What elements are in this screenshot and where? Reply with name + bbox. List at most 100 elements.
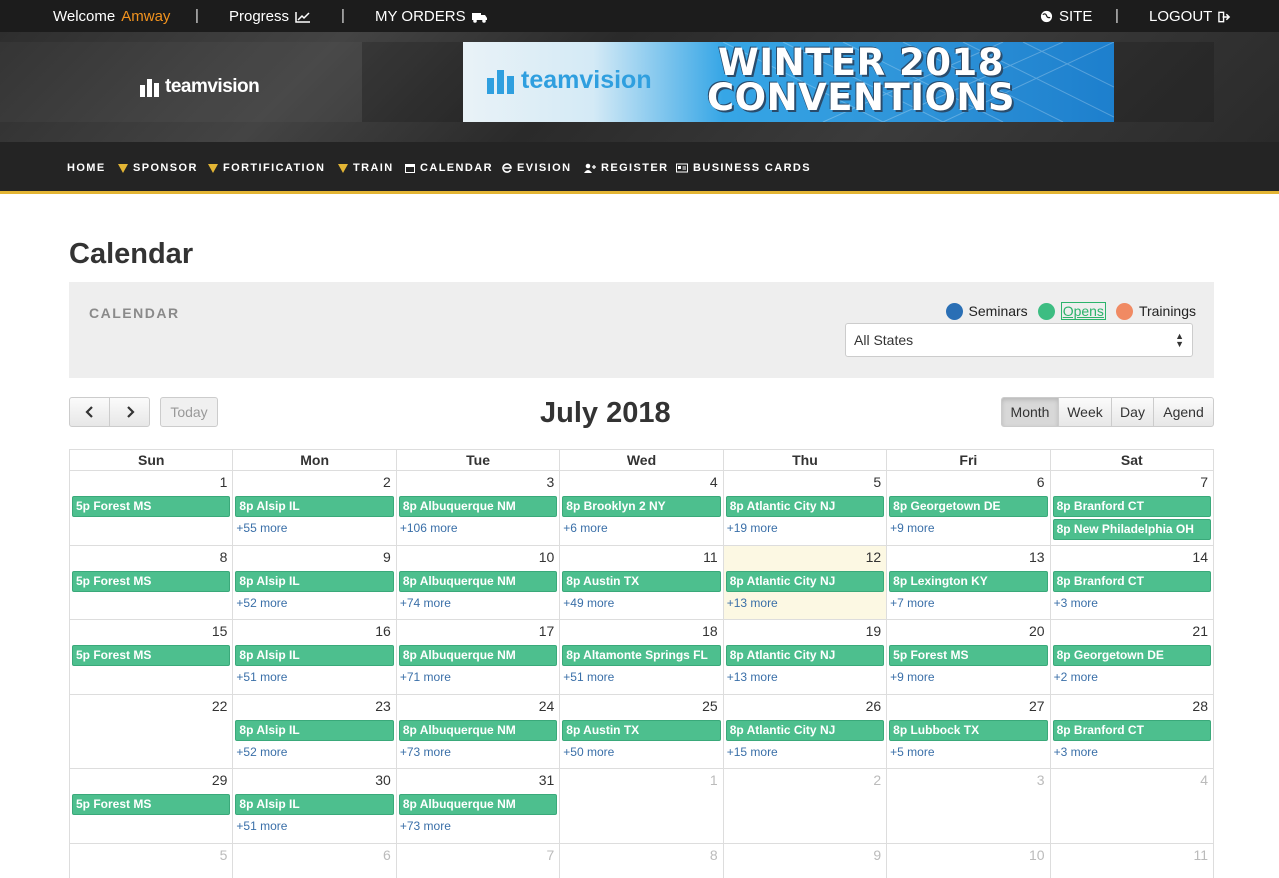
calendar-day-cell[interactable]: 27 8p Lubbock TX +5 more xyxy=(887,694,1051,769)
calendar-day-cell[interactable]: 1 xyxy=(560,769,724,844)
calendar-day-cell[interactable]: 3 8p Albuquerque NM +106 more xyxy=(396,471,561,546)
calendar-day-cell[interactable]: 20 5p Forest MS +9 more xyxy=(887,620,1051,695)
site-logo[interactable]: teamvision xyxy=(140,76,260,98)
calendar-event[interactable]: 8p Albuquerque NM xyxy=(398,496,558,517)
calendar-day-cell[interactable]: 8 xyxy=(560,843,724,878)
more-events-link[interactable]: +3 more xyxy=(1054,596,1098,610)
calendar-day-cell[interactable]: 10 8p Albuquerque NM +74 more xyxy=(396,545,561,620)
day-number[interactable]: 20 xyxy=(1029,623,1045,639)
calendar-event[interactable]: 8p Atlantic City NJ xyxy=(725,645,885,666)
day-number[interactable]: 5 xyxy=(873,474,881,490)
calendar-event[interactable]: 8p Lexington KY xyxy=(889,570,1048,592)
day-view-button[interactable]: Day xyxy=(1111,397,1154,427)
progress-link[interactable]: Progress xyxy=(229,8,311,25)
day-number[interactable]: 17 xyxy=(539,623,555,639)
nav-home[interactable]: HOME xyxy=(67,162,106,174)
calendar-day-cell[interactable]: 7 xyxy=(397,843,561,878)
day-number[interactable]: 23 xyxy=(375,698,391,714)
legend-seminars[interactable]: Seminars xyxy=(945,302,1028,320)
calendar-event[interactable]: 5p Forest MS xyxy=(889,645,1048,666)
calendar-event[interactable]: 8p Atlantic City NJ xyxy=(725,719,885,741)
calendar-day-cell[interactable]: 10 xyxy=(887,843,1051,878)
more-events-link[interactable]: +9 more xyxy=(890,521,934,535)
more-events-link[interactable]: +74 more xyxy=(400,596,451,610)
calendar-day-cell[interactable]: 24 8p Albuquerque NM +73 more xyxy=(396,694,561,769)
day-number[interactable]: 5 xyxy=(220,847,228,863)
calendar-day-cell[interactable]: 25 8p Austin TX +50 more xyxy=(560,694,724,769)
calendar-event[interactable]: 8p Alsip IL xyxy=(235,719,394,741)
more-events-link[interactable]: +15 more xyxy=(727,745,778,759)
calendar-event[interactable]: 5p Forest MS xyxy=(72,645,231,666)
day-number[interactable]: 10 xyxy=(539,549,555,565)
calendar-day-cell[interactable]: 11 xyxy=(1051,843,1214,878)
day-number[interactable]: 1 xyxy=(220,474,228,490)
calendar-event[interactable]: 8p Brooklyn 2 NY xyxy=(562,496,721,517)
calendar-event[interactable]: 8p Lubbock TX xyxy=(889,719,1048,741)
day-number[interactable]: 2 xyxy=(873,772,881,788)
calendar-event[interactable]: 8p Alsip IL xyxy=(235,645,394,666)
calendar-day-cell[interactable]: 7 8p Branford CT 8p New Philadelphia OH xyxy=(1050,471,1214,546)
calendar-day-cell[interactable]: 12 8p Atlantic City NJ +13 more xyxy=(723,545,888,620)
more-events-link[interactable]: +13 more xyxy=(727,670,778,684)
day-number[interactable]: 26 xyxy=(866,698,882,714)
my-orders-link[interactable]: MY ORDERS xyxy=(375,8,488,25)
week-view-button[interactable]: Week xyxy=(1058,397,1112,427)
legend-trainings[interactable]: Trainings xyxy=(1115,302,1196,320)
day-number[interactable]: 18 xyxy=(702,623,718,639)
day-number[interactable]: 4 xyxy=(1200,772,1208,788)
nav-register[interactable]: REGISTER xyxy=(584,162,668,174)
more-events-link[interactable]: +50 more xyxy=(563,745,614,759)
day-number[interactable]: 6 xyxy=(383,847,391,863)
more-events-link[interactable]: +6 more xyxy=(563,521,607,535)
day-number[interactable]: 31 xyxy=(539,772,555,788)
more-events-link[interactable]: +13 more xyxy=(727,596,778,610)
day-number[interactable]: 12 xyxy=(866,549,882,565)
day-number[interactable]: 25 xyxy=(702,698,718,714)
calendar-event[interactable]: 8p Atlantic City NJ xyxy=(725,496,885,517)
day-number[interactable]: 4 xyxy=(710,474,718,490)
calendar-event[interactable]: 8p Austin TX xyxy=(562,719,721,741)
site-link[interactable]: SITE xyxy=(1040,8,1092,25)
calendar-event[interactable]: 8p Alsip IL xyxy=(235,570,394,592)
calendar-day-cell[interactable]: 21 8p Georgetown DE +2 more xyxy=(1050,620,1214,695)
calendar-day-cell[interactable]: 5 8p Atlantic City NJ +19 more xyxy=(723,471,888,546)
day-number[interactable]: 3 xyxy=(1037,772,1045,788)
day-number[interactable]: 3 xyxy=(546,474,554,490)
calendar-event[interactable]: 5p Forest MS xyxy=(72,570,231,592)
calendar-event[interactable]: 8p Alsip IL xyxy=(235,496,394,517)
calendar-event[interactable]: 8p Branford CT xyxy=(1052,719,1211,741)
calendar-day-cell[interactable]: 14 8p Branford CT +3 more xyxy=(1050,545,1214,620)
nav-business-cards[interactable]: BUSINESS CARDS xyxy=(676,162,811,174)
calendar-day-cell[interactable]: 2 8p Alsip IL +55 more xyxy=(233,471,397,546)
day-number[interactable]: 27 xyxy=(1029,698,1045,714)
day-number[interactable]: 11 xyxy=(703,549,718,565)
calendar-event[interactable]: 5p Forest MS xyxy=(72,794,231,815)
calendar-day-cell[interactable]: 29 5p Forest MS xyxy=(70,769,234,844)
more-events-link[interactable]: +73 more xyxy=(400,745,451,759)
legend-opens[interactable]: Opens xyxy=(1037,302,1106,320)
calendar-event[interactable]: 8p Branford CT xyxy=(1052,570,1211,592)
more-events-link[interactable]: +51 more xyxy=(563,670,614,684)
prev-month-button[interactable] xyxy=(69,397,110,427)
more-events-link[interactable]: +2 more xyxy=(1054,670,1098,684)
calendar-day-cell[interactable]: 6 xyxy=(233,843,397,878)
month-view-button[interactable]: Month xyxy=(1001,397,1059,427)
nav-fortification[interactable]: FORTIFICATION xyxy=(208,162,325,174)
more-events-link[interactable]: +7 more xyxy=(890,596,934,610)
calendar-event[interactable]: 8p Alsip IL xyxy=(235,794,394,815)
nav-sponsor[interactable]: SPONSOR xyxy=(118,162,198,174)
calendar-day-cell[interactable]: 3 xyxy=(887,769,1051,844)
day-number[interactable]: 7 xyxy=(546,847,554,863)
calendar-day-cell[interactable]: 30 8p Alsip IL +51 more xyxy=(233,769,397,844)
calendar-event[interactable]: 8p Albuquerque NM xyxy=(398,719,558,741)
day-number[interactable]: 9 xyxy=(383,549,391,565)
day-number[interactable]: 8 xyxy=(710,847,718,863)
calendar-event[interactable]: 8p Georgetown DE xyxy=(889,496,1048,517)
calendar-event[interactable]: 8p Albuquerque NM xyxy=(398,645,558,666)
calendar-event[interactable]: 8p Austin TX xyxy=(562,570,721,592)
calendar-event[interactable]: 8p Atlantic City NJ xyxy=(725,570,885,592)
more-events-link[interactable]: +51 more xyxy=(236,819,287,833)
calendar-day-cell[interactable]: 17 8p Albuquerque NM +71 more xyxy=(396,620,561,695)
day-number[interactable]: 28 xyxy=(1192,698,1208,714)
calendar-event[interactable]: 8p New Philadelphia OH xyxy=(1052,519,1211,540)
